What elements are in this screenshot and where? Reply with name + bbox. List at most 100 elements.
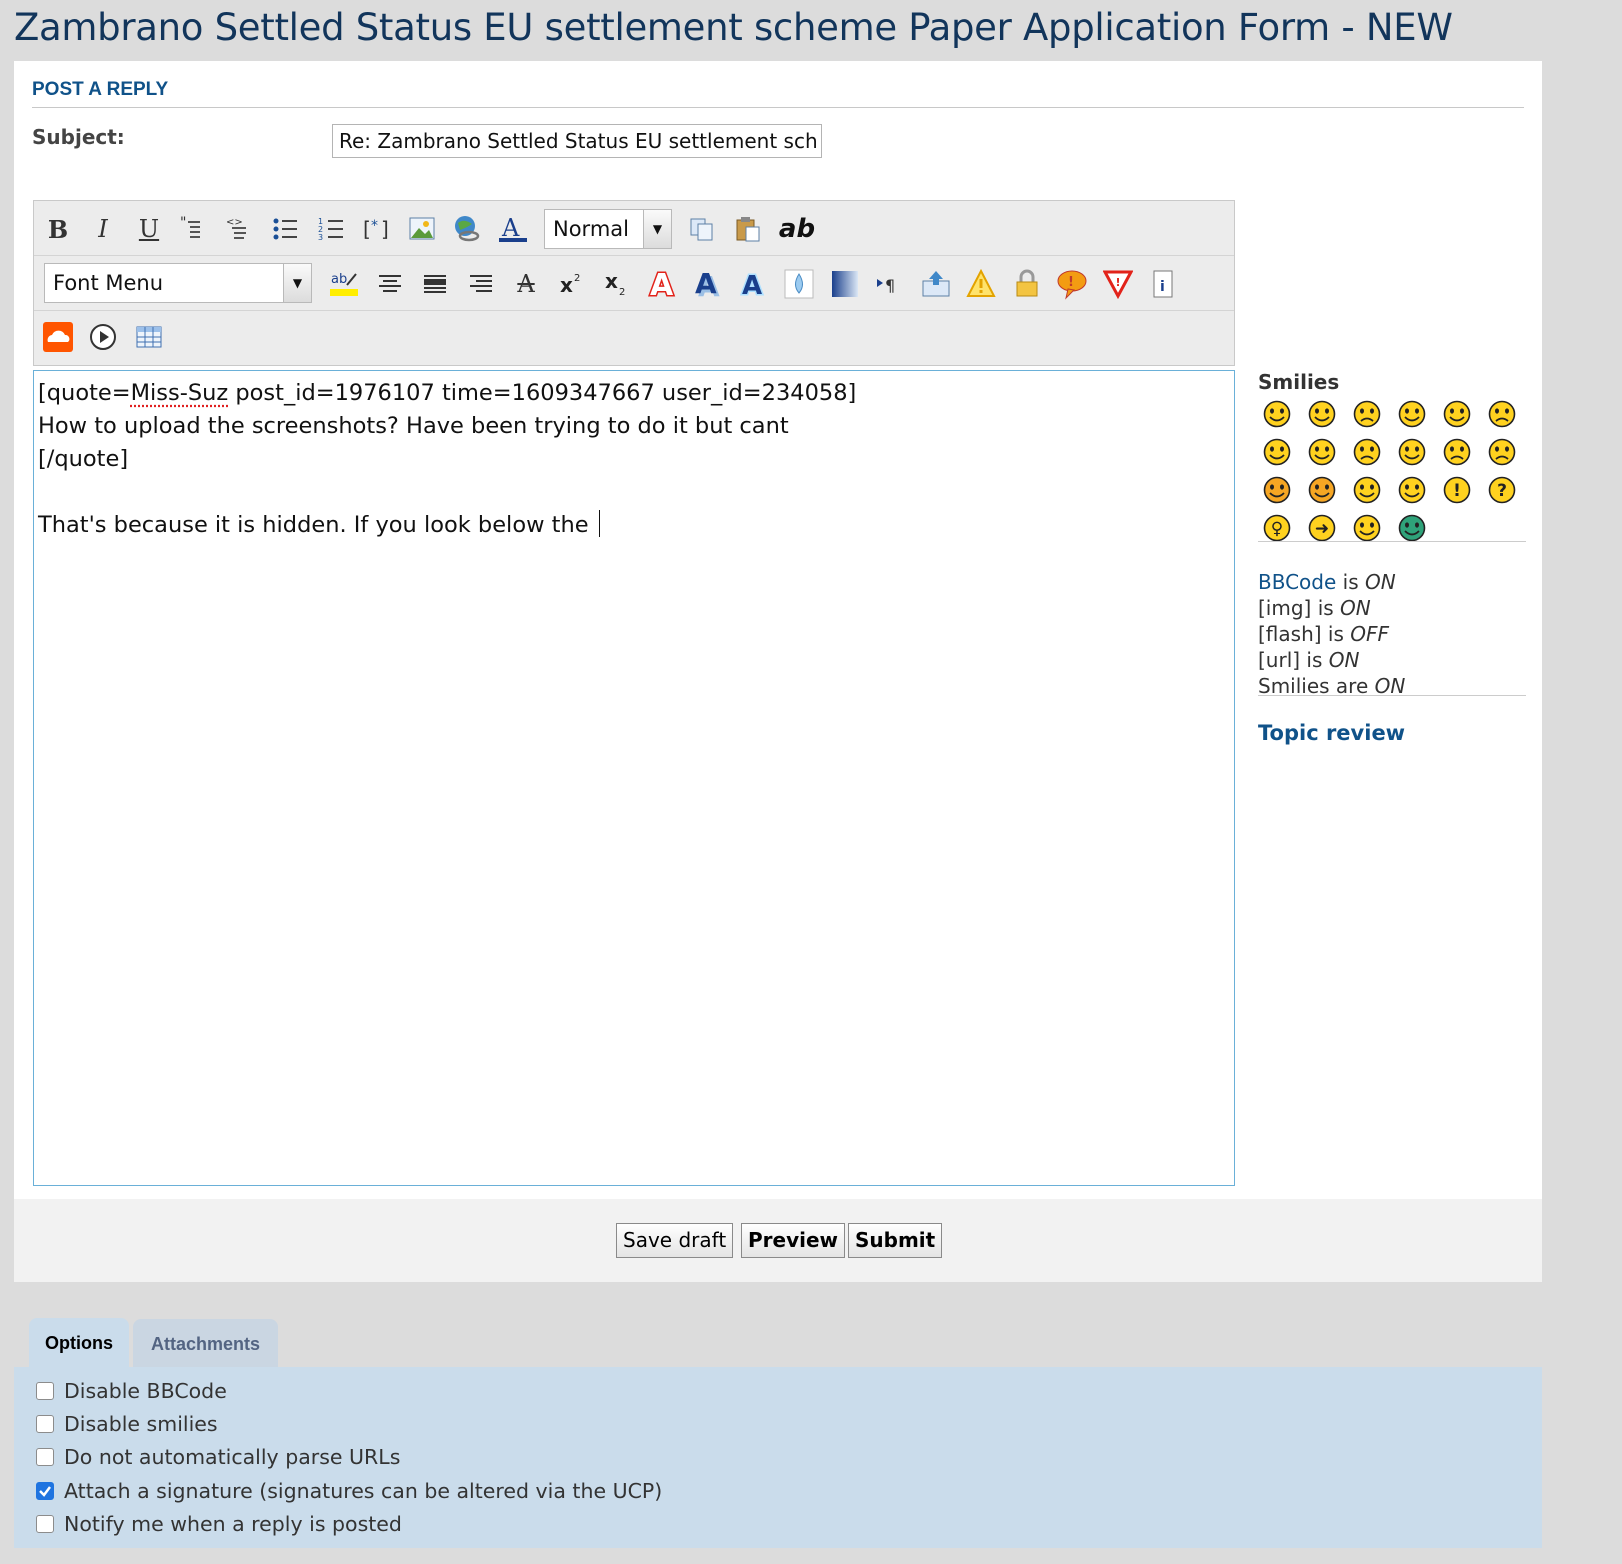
- superscript-icon[interactable]: x2: [554, 266, 590, 302]
- option-label: Notify me when a reply is posted: [64, 1512, 402, 1536]
- wink-smiley[interactable]: [1397, 475, 1429, 507]
- submit-buttons-bar: Save draft Preview Submit: [14, 1199, 1542, 1282]
- flash-status-line: [flash] is OFF: [1258, 621, 1405, 647]
- copy-icon[interactable]: [684, 211, 720, 247]
- subject-input[interactable]: Re: Zambrano Settled Status EU settlemen…: [332, 124, 822, 158]
- option-label: Disable BBCode: [64, 1379, 227, 1403]
- align-center-icon[interactable]: [372, 266, 408, 302]
- mad-smiley[interactable]: [1352, 437, 1384, 469]
- glow-text-icon[interactable]: A: [736, 266, 772, 302]
- quote-icon[interactable]: ": [176, 211, 212, 247]
- question-smiley[interactable]: ?: [1487, 475, 1519, 507]
- laughing-smiley[interactable]: [1307, 437, 1339, 469]
- svg-text:A: A: [695, 268, 717, 300]
- svg-text:2: 2: [619, 287, 625, 298]
- save-draft-button[interactable]: Save draft: [616, 1223, 734, 1258]
- font-size-select[interactable]: Normal ▼: [544, 209, 672, 249]
- url-status-line: [url] is ON: [1258, 647, 1405, 673]
- exclamation-smiley[interactable]: !: [1442, 475, 1474, 507]
- option-no-parse-urls[interactable]: Do not automatically parse URLs: [36, 1442, 400, 1472]
- upload-icon[interactable]: [918, 266, 954, 302]
- evil-smiley[interactable]: [1262, 475, 1294, 507]
- lock-icon[interactable]: [1009, 266, 1045, 302]
- svg-text:A: A: [501, 214, 520, 242]
- shadow-text-icon[interactable]: AA: [690, 266, 726, 302]
- list-item-icon[interactable]: [*]: [358, 211, 394, 247]
- gradient-icon[interactable]: [827, 266, 863, 302]
- url-label: [url] is: [1258, 648, 1329, 672]
- tab-options[interactable]: Options: [29, 1318, 129, 1368]
- direction-icon[interactable]: ¶: [872, 266, 908, 302]
- tab-attachments[interactable]: Attachments: [133, 1319, 278, 1369]
- bold-icon[interactable]: B: [40, 211, 76, 247]
- table-icon[interactable]: [131, 319, 167, 355]
- confused-smiley[interactable]: [1487, 399, 1519, 431]
- spellcheck-icon[interactable]: ab: [775, 211, 819, 247]
- img-label: [img] is: [1258, 596, 1341, 620]
- option-disable-smilies[interactable]: Disable smilies: [36, 1409, 218, 1439]
- option-disable-bbcode[interactable]: Disable BBCode: [36, 1376, 227, 1406]
- font-color-icon[interactable]: A: [495, 211, 531, 247]
- preview-button[interactable]: Preview: [741, 1223, 846, 1258]
- align-right-icon[interactable]: [463, 266, 499, 302]
- embarrassed-smiley[interactable]: [1442, 437, 1474, 469]
- strikethrough-icon[interactable]: A: [508, 266, 544, 302]
- cool-smiley[interactable]: [1262, 437, 1294, 469]
- rolling-eyes-smiley[interactable]: [1352, 475, 1384, 507]
- bbcode-status: BBCode is ON [img] is ON [flash] is OFF …: [1258, 569, 1405, 699]
- align-justify-icon[interactable]: [417, 266, 453, 302]
- link-icon[interactable]: [449, 211, 485, 247]
- highlight-icon[interactable]: ab: [326, 266, 362, 302]
- bullet-list-icon[interactable]: [267, 211, 303, 247]
- red-triangle-icon[interactable]: !: [1100, 266, 1136, 302]
- editor-line-5: That's because it is hidden. If you look…: [38, 509, 1230, 542]
- bbcode-status-line: BBCode is ON: [1258, 569, 1405, 595]
- submit-button[interactable]: Submit: [848, 1223, 943, 1258]
- surprised-smiley[interactable]: [1397, 399, 1429, 431]
- italic-icon[interactable]: I: [85, 211, 121, 247]
- soundcloud-icon[interactable]: [40, 319, 76, 355]
- image-icon[interactable]: [404, 211, 440, 247]
- razz-smiley[interactable]: [1397, 437, 1429, 469]
- font-menu-select[interactable]: Font Menu ▼: [44, 263, 312, 303]
- bbcode-is-text: is: [1336, 570, 1365, 594]
- option-attach-signature[interactable]: Attach a signature (signatures can be al…: [36, 1476, 662, 1506]
- bbcode-link[interactable]: BBCode: [1258, 570, 1336, 594]
- subscript-icon[interactable]: x2: [599, 266, 635, 302]
- panel-heading: POST A REPLY: [32, 79, 1524, 108]
- twisted-evil-smiley[interactable]: [1307, 475, 1339, 507]
- speech-bubble-icon[interactable]: !: [1054, 266, 1090, 302]
- crying-smiley[interactable]: [1487, 437, 1519, 469]
- checkbox[interactable]: [36, 1415, 54, 1433]
- code-icon[interactable]: <>: [222, 211, 258, 247]
- underline-icon[interactable]: U: [131, 211, 167, 247]
- svg-text:♀: ♀: [1271, 519, 1283, 539]
- checkbox[interactable]: [36, 1382, 54, 1400]
- svg-text:?: ?: [1497, 481, 1507, 501]
- option-notify-reply[interactable]: Notify me when a reply is posted: [36, 1509, 402, 1539]
- checkbox[interactable]: [36, 1515, 54, 1533]
- drop-icon[interactable]: [781, 266, 817, 302]
- very-happy-smiley[interactable]: [1262, 399, 1294, 431]
- numbered-list-icon[interactable]: 123: [313, 211, 349, 247]
- paste-icon[interactable]: [730, 211, 766, 247]
- message-textarea[interactable]: [quote=Miss-Suz post_id=1976107 time=160…: [33, 370, 1235, 1186]
- topic-review-link[interactable]: Topic review: [1258, 721, 1405, 745]
- svg-text:!: !: [1453, 481, 1461, 501]
- checkbox[interactable]: [36, 1448, 54, 1466]
- url-state: ON: [1328, 648, 1360, 672]
- shocked-smiley[interactable]: [1442, 399, 1474, 431]
- text-cursor: [598, 510, 600, 537]
- chevron-down-icon: ▼: [643, 210, 671, 248]
- svg-text:": ": [180, 215, 186, 231]
- info-document-icon[interactable]: i: [1145, 266, 1181, 302]
- option-label: Do not automatically parse URLs: [64, 1445, 401, 1469]
- sad-smiley[interactable]: [1352, 399, 1384, 431]
- sidebar-divider: [1258, 695, 1526, 696]
- play-icon[interactable]: [85, 319, 121, 355]
- smile-smiley[interactable]: [1307, 399, 1339, 431]
- warning-icon[interactable]: [963, 266, 999, 302]
- smilies-title: Smilies: [1258, 370, 1340, 394]
- checkbox-checked[interactable]: [36, 1482, 54, 1500]
- outline-text-icon[interactable]: A: [645, 266, 681, 302]
